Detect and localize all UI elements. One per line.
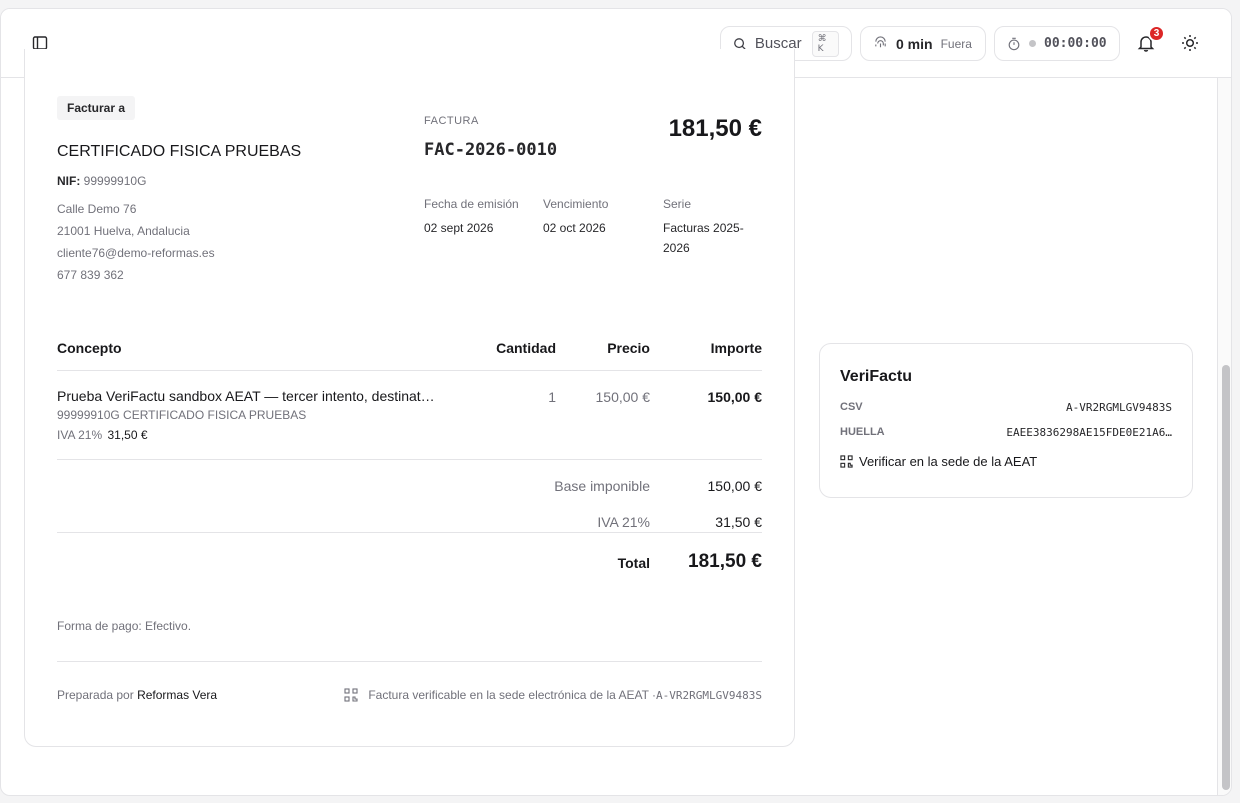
verifactu-title: VeriFactu xyxy=(840,368,913,385)
line-tax-value: 31,50 € xyxy=(107,428,148,442)
footer-divider xyxy=(57,661,762,662)
nif-label: NIF: xyxy=(57,174,81,188)
prepared-by: Preparada por Reformas Vera xyxy=(57,688,217,702)
line-subtitle: 99999910G CERTIFICADO FISICA PRUEBAS xyxy=(57,408,307,422)
series-line1: Facturas 2025- xyxy=(663,221,744,235)
huella-label: HUELLA xyxy=(840,426,885,438)
client-phone: 677 839 362 xyxy=(57,268,124,282)
scrollbar-thumb[interactable] xyxy=(1222,365,1230,790)
column-header-quantity: Cantidad xyxy=(496,340,556,356)
issue-date: 02 sept 2026 xyxy=(424,221,494,235)
table-bottom-divider xyxy=(57,459,762,460)
issue-date-label: Fecha de emisión xyxy=(424,197,519,211)
line-concept: Prueba VeriFactu sandbox AEAT — tercer i… xyxy=(57,388,435,404)
base-label: Base imponible xyxy=(554,478,650,494)
totals-divider xyxy=(57,532,762,533)
verifiable-footer: Factura verificable en la sede electróni… xyxy=(344,688,762,702)
client-name: CERTIFICADO FISICA PRUEBAS xyxy=(57,143,302,160)
document-type-label: FACTURA xyxy=(424,115,479,127)
huella-value: EAEE3836298AE15FDE0E21A6… xyxy=(1006,426,1172,439)
client-email[interactable]: cliente76@demo-reformas.es xyxy=(57,246,215,260)
payment-note: Forma de pago: Efectivo. xyxy=(57,619,192,633)
qr-code-icon xyxy=(840,455,853,468)
client-address-line1: Calle Demo 76 xyxy=(57,202,137,216)
base-value: 150,00 € xyxy=(707,478,763,494)
line-tax: IVA 21% 31,50 € xyxy=(57,428,148,442)
bill-to-label: Facturar a xyxy=(57,96,136,120)
total-label: Total xyxy=(617,555,650,571)
csv-label: CSV xyxy=(840,401,863,413)
column-header-concept: Concepto xyxy=(57,340,122,356)
search-shortcut: ⌘ K xyxy=(811,30,839,57)
invoice-number: FAC-2026-0010 xyxy=(424,140,558,160)
table-header-divider xyxy=(57,370,762,371)
line-price: 150,00 € xyxy=(595,389,651,405)
presence-status: Fuera xyxy=(940,36,972,51)
notifications-badge: 3 xyxy=(1148,25,1165,42)
verifactu-card: VeriFactu CSV A-VR2RGMLGV9483S HUELLA EA… xyxy=(819,343,1193,498)
timer-value: 00:00:00 xyxy=(1044,36,1107,51)
verify-aeat-label: Verificar en la sede de la AEAT xyxy=(859,454,1038,469)
nif-value: 99999910G xyxy=(83,174,147,188)
fingerprint-icon xyxy=(875,36,886,48)
line-tax-label: IVA 21% xyxy=(57,428,103,442)
presence-button[interactable]: 0 min Fuera xyxy=(860,26,986,61)
column-header-amount: Importe xyxy=(710,340,762,356)
theme-toggle-button[interactable] xyxy=(1174,27,1206,59)
csv-value: A-VR2RGMLGV9483S xyxy=(1066,401,1172,414)
scrollbar-track[interactable] xyxy=(1217,78,1231,795)
invoice-total-header: 181,50 € xyxy=(668,115,762,142)
timer-status-dot xyxy=(1029,40,1036,47)
client-address-line2: 21001 Huelva, Andalucia xyxy=(57,224,190,238)
presence-time: 0 min xyxy=(896,35,933,52)
app-window: Buscar ⌘ K 0 min Fuera 00:00:00 3 Factur… xyxy=(0,8,1232,796)
timer-button[interactable]: 00:00:00 xyxy=(994,26,1120,61)
series-line2: 2026 xyxy=(663,241,690,255)
invoice-document: Facturar a CERTIFICADO FISICA PRUEBAS NI… xyxy=(24,49,795,747)
line-amount: 150,00 € xyxy=(707,389,763,405)
sun-icon xyxy=(1182,35,1198,51)
line-quantity: 1 xyxy=(548,389,556,405)
due-date: 02 oct 2026 xyxy=(543,221,606,235)
verify-aeat-link[interactable]: Verificar en la sede de la AEAT xyxy=(840,454,1037,469)
prepared-by-name: Reformas Vera xyxy=(137,688,218,702)
qr-code-icon xyxy=(344,688,358,702)
due-date-label: Vencimiento xyxy=(543,197,609,211)
prepared-by-label: Preparada por xyxy=(57,688,134,702)
series-label: Serie xyxy=(663,197,692,211)
total-value: 181,50 € xyxy=(688,551,762,572)
verifiable-code: A-VR2RGMLGV9483S xyxy=(656,688,762,702)
client-nif: NIF: 99999910G xyxy=(57,174,146,188)
column-header-price: Precio xyxy=(607,340,650,356)
iva-value: 31,50 € xyxy=(715,514,762,530)
iva-label: IVA 21% xyxy=(597,514,650,530)
verifiable-note: Factura verificable en la sede electróni… xyxy=(368,688,657,702)
stopwatch-icon xyxy=(1008,37,1020,50)
